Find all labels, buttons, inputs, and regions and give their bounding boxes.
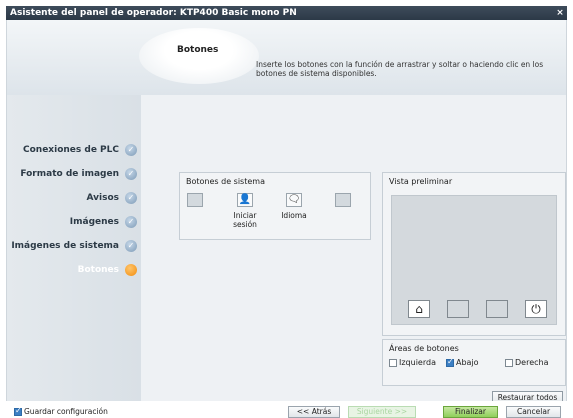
check-icon: ✓ xyxy=(125,192,137,204)
save-configuration-option[interactable]: Guardar configuración xyxy=(14,406,108,416)
wizard-footer: Guardar configuración << Atrás Siguiente… xyxy=(6,401,567,418)
step-botones[interactable]: Botones xyxy=(7,262,141,278)
power-icon[interactable]: ⏻ xyxy=(525,300,547,318)
window-title-bar: Asistente del panel de operador: KTP400 … xyxy=(6,6,567,20)
step-imagenes-de-sistema[interactable]: Imágenes de sistema ✓ xyxy=(7,238,141,254)
step-label: Conexiones de PLC xyxy=(23,145,119,155)
left-area-option[interactable]: Izquierda xyxy=(389,358,436,367)
system-buttons-title: Botones de sistema xyxy=(186,177,265,186)
close-icon[interactable]: × xyxy=(555,6,565,20)
content-area: Botones de sistema 👤 Iniciar sesión 🗨 Id… xyxy=(141,95,566,418)
button-areas-panel: Áreas de botones Izquierda Abajo Derecha xyxy=(382,339,566,386)
check-icon: ✓ xyxy=(125,168,137,180)
step-imagenes[interactable]: Imágenes ✓ xyxy=(7,214,141,230)
preview-panel: Vista preliminar ⌂ ⏻ xyxy=(382,172,566,336)
system-button-label: Idioma xyxy=(281,211,307,220)
page-description: Inserte los botones con la función de ar… xyxy=(256,60,544,78)
step-label: Imágenes xyxy=(69,217,119,227)
user-login-icon[interactable]: 👤 xyxy=(237,193,253,207)
step-label: Imágenes de sistema xyxy=(11,241,119,251)
right-area-checkbox[interactable] xyxy=(505,358,513,367)
system-button-blank[interactable] xyxy=(335,193,351,207)
active-step-indicator-icon xyxy=(125,264,137,276)
preview-button-blank[interactable] xyxy=(447,300,469,318)
step-label: Formato de imagen xyxy=(20,169,119,179)
preview-button-blank[interactable] xyxy=(486,300,508,318)
button-areas-title: Áreas de botones xyxy=(389,344,459,353)
left-area-checkbox[interactable] xyxy=(389,358,397,367)
language-icon[interactable]: 🗨 xyxy=(286,193,302,207)
step-avisos[interactable]: Avisos ✓ xyxy=(7,190,141,206)
cancel-button[interactable]: Cancelar xyxy=(506,406,561,418)
step-conexiones-de-plc[interactable]: Conexiones de PLC ✓ xyxy=(7,142,141,158)
window-title: Asistente del panel de operador: KTP400 … xyxy=(10,8,297,18)
preview-screen[interactable]: ⌂ ⏻ xyxy=(391,195,557,325)
next-button[interactable]: Siguiente >> xyxy=(348,406,416,418)
step-formato-de-imagen[interactable]: Formato de imagen ✓ xyxy=(7,166,141,182)
bottom-area-option[interactable]: Abajo xyxy=(446,357,479,367)
finish-button[interactable]: Finalizar xyxy=(443,406,498,418)
right-area-option[interactable]: Derecha xyxy=(505,358,549,367)
back-button[interactable]: << Atrás xyxy=(288,406,340,418)
bottom-area-label: Abajo xyxy=(456,358,479,367)
page-title: Botones xyxy=(177,45,219,55)
check-icon: ✓ xyxy=(125,240,137,252)
header-bubble xyxy=(139,28,259,84)
system-button-blank[interactable] xyxy=(187,193,203,207)
system-buttons-panel: Botones de sistema 👤 Iniciar sesión 🗨 Id… xyxy=(179,172,371,240)
right-area-label: Derecha xyxy=(515,358,549,367)
step-label: Avisos xyxy=(86,193,120,203)
wizard-header: Botones Inserte los botones con la funci… xyxy=(7,20,566,95)
wizard-steps-sidebar: Conexiones de PLC ✓ Formato de imagen ✓ … xyxy=(7,95,141,418)
left-area-label: Izquierda xyxy=(399,358,436,367)
bottom-area-checkbox[interactable] xyxy=(446,357,454,367)
save-configuration-checkbox[interactable] xyxy=(14,406,22,416)
step-label: Botones xyxy=(77,265,119,275)
check-icon: ✓ xyxy=(125,216,137,228)
home-icon[interactable]: ⌂ xyxy=(408,300,430,318)
save-configuration-label: Guardar configuración xyxy=(24,407,108,416)
system-button-label: Iniciar sesión xyxy=(233,211,257,229)
preview-title: Vista preliminar xyxy=(389,177,453,186)
wizard-window: Botones Inserte los botones con la funci… xyxy=(6,20,567,418)
wizard-body: Conexiones de PLC ✓ Formato de imagen ✓ … xyxy=(7,95,566,418)
check-icon: ✓ xyxy=(125,144,137,156)
